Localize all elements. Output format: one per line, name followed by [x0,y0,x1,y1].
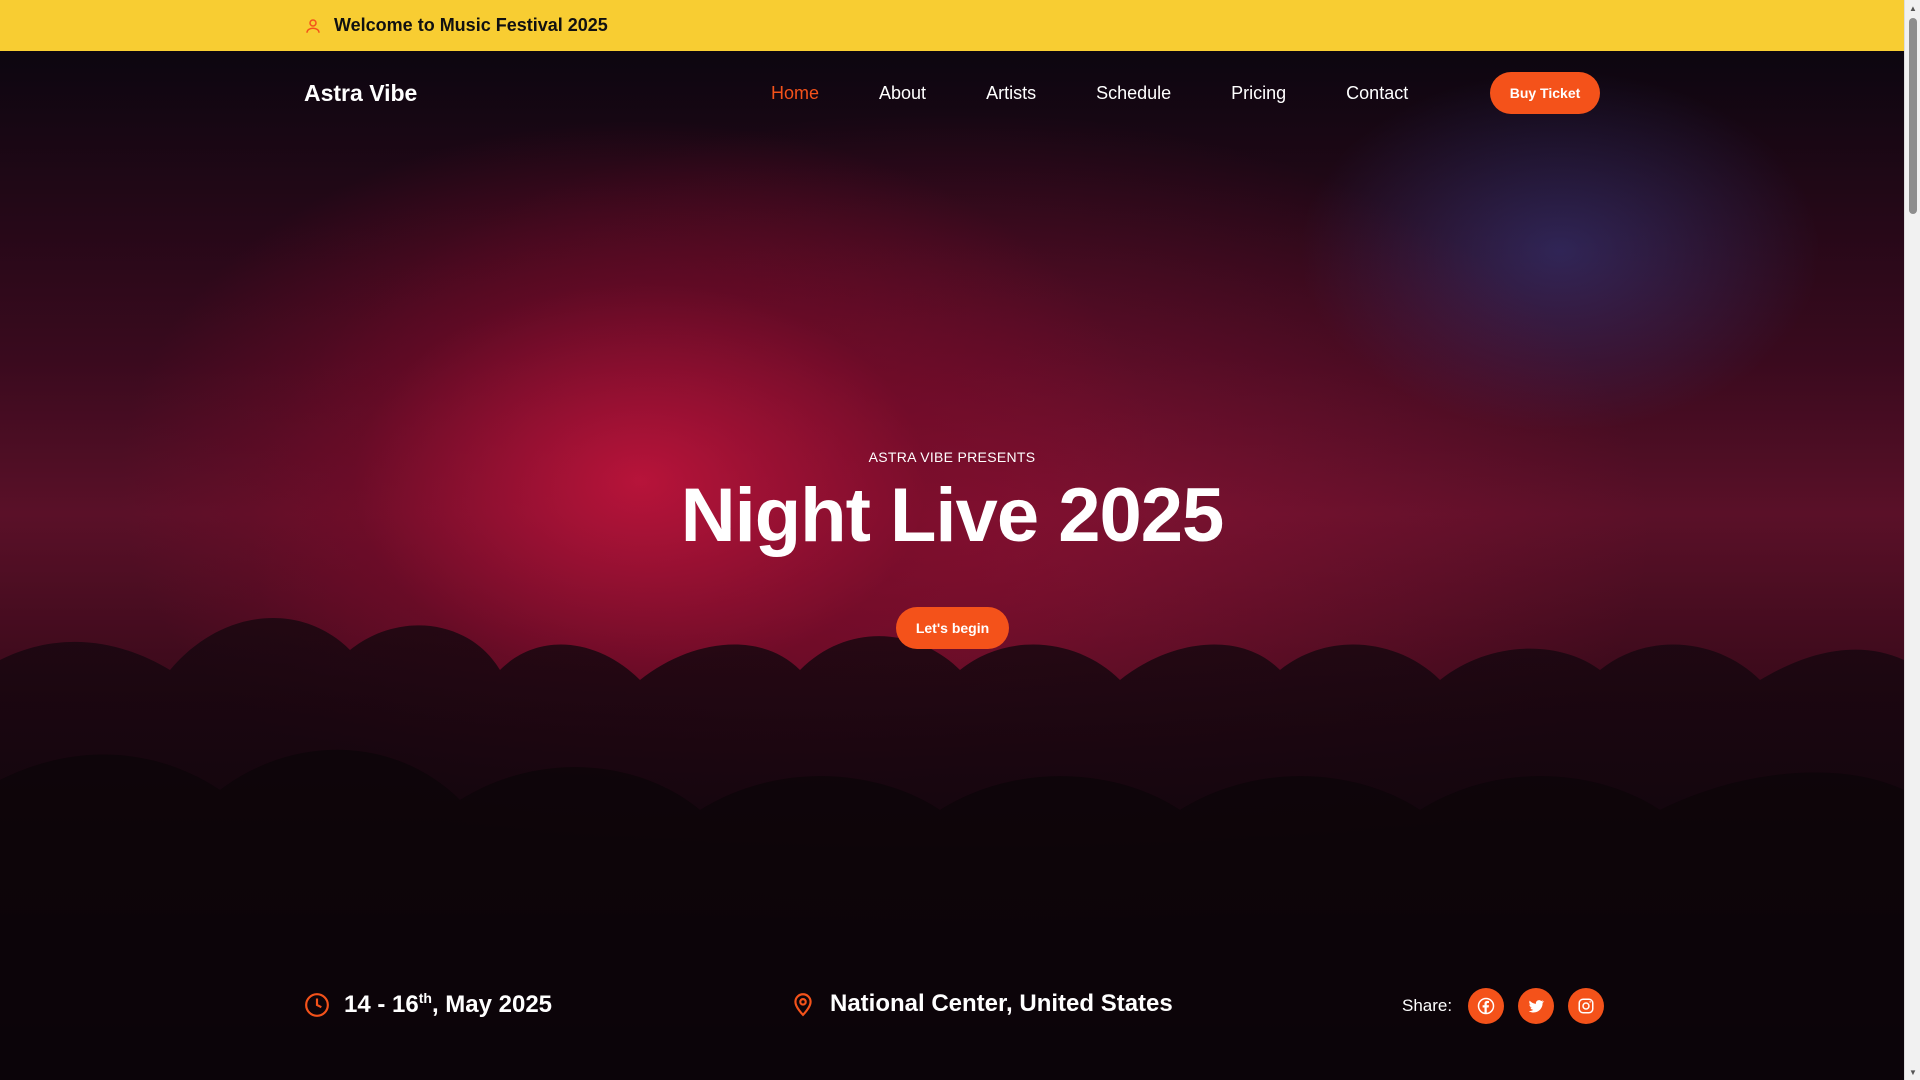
instagram-share-button[interactable] [1568,988,1605,1024]
nav-item-pricing[interactable]: Pricing [1231,83,1286,104]
page: Welcome to Music Festival 2025 Astra Vib… [0,0,1904,1080]
nav-item-about[interactable]: About [879,83,926,104]
twitter-icon [1528,1000,1545,1013]
buy-ticket-button[interactable]: Buy Ticket [1490,72,1600,114]
event-date: 14 - 16th, May 2025 [304,990,552,1019]
share-label: Share: [1402,996,1453,1015]
main-navigation: Astra Vibe Home About Artists Schedule P… [0,51,1904,135]
scroll-up-arrow-icon[interactable]: ▲ [1905,0,1920,16]
announcement-bar: Welcome to Music Festival 2025 [0,0,1904,51]
event-info-row: 14 - 16th, May 2025 National Center, Uni… [0,980,1904,1024]
twitter-share-button[interactable] [1518,988,1555,1024]
instagram-icon [1578,998,1594,1014]
hero-background [0,51,1904,1080]
event-venue-text: National Center, United States [830,990,1173,1017]
nav-item-artists[interactable]: Artists [986,83,1036,104]
scroll-down-arrow-icon[interactable]: ▼ [1905,1064,1920,1080]
site-logo[interactable]: Astra Vibe [304,80,417,107]
event-date-text: 14 - 16th, May 2025 [344,990,553,1018]
scrollbar-thumb[interactable] [1909,18,1917,214]
facebook-icon [1477,997,1495,1015]
facebook-share-button[interactable] [1468,988,1505,1024]
hero-presents: ASTRA VIBE PRESENTS [868,449,1036,465]
hero-title: Night Live 2025 [680,473,1225,558]
map-pin-icon [794,993,812,1017]
page-scrollbar[interactable]: ▲ ▼ [1904,0,1920,1080]
announcement-text: Welcome to Music Festival 2025 [334,15,608,35]
nav-item-home[interactable]: Home [771,83,819,104]
lets-begin-button[interactable]: Let's begin [896,607,1009,649]
nav-item-contact[interactable]: Contact [1346,83,1408,104]
nav-menu: Home About Artists Schedule Pricing Cont… [771,83,1408,104]
event-venue: National Center, United States [790,990,1173,1018]
share-links: Share: [1402,988,1605,1024]
user-icon [306,18,320,33]
clock-icon [305,992,329,1017]
nav-item-schedule[interactable]: Schedule [1096,83,1171,104]
